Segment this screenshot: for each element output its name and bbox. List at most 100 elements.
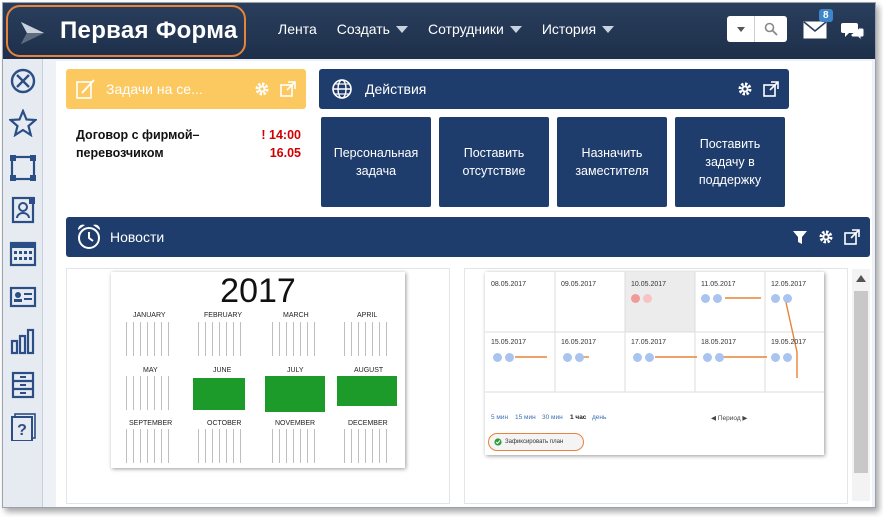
diagram-icon[interactable] [9, 154, 37, 182]
chevron-down-icon [736, 26, 745, 32]
assign-deputy-label: Назначить заместителя [575, 146, 649, 178]
scale-link: день [592, 414, 607, 421]
plan-date: 19.05.2017 [771, 339, 807, 346]
task-title-line2: перевозчиком [76, 146, 164, 160]
plan-schedule-image: 08.05.2017 09.05.2017 10.05.2017 11.05.2… [485, 272, 824, 455]
calendar-year: 2017 [220, 272, 296, 310]
nav-staff[interactable]: Сотрудники [428, 21, 522, 37]
nav-history[interactable]: История [542, 21, 615, 37]
month-highlight [265, 376, 325, 412]
task-item-second-line[interactable]: перевозчиком 16.05 [76, 144, 301, 162]
contact-book-icon[interactable] [9, 196, 37, 224]
actions-title: Действия [365, 81, 427, 97]
external-link-icon[interactable] [763, 81, 779, 97]
external-link-icon[interactable] [844, 229, 860, 245]
svg-text:?: ? [17, 422, 27, 439]
plan-marker [783, 353, 792, 362]
plan-date: 12.05.2017 [771, 281, 807, 288]
scale-link: 5 мин [491, 414, 509, 421]
scale-link: 15 мин [515, 414, 536, 421]
calendar-month: NOVEMBER [275, 420, 316, 427]
plan-date: 10.05.2017 [631, 281, 667, 288]
chevron-down-icon [602, 25, 615, 33]
search-box[interactable] [727, 16, 787, 42]
mail-count-badge: 8 [819, 9, 833, 22]
filter-icon[interactable] [792, 229, 808, 245]
check-circle-icon [494, 438, 502, 446]
logo-highlight[interactable]: Первая Форма [6, 5, 246, 57]
actions-widget-header: Действия [319, 69, 789, 109]
calendar-icon[interactable] [9, 239, 37, 267]
tasks-title: Задачи на се... [106, 81, 203, 97]
id-card-icon[interactable] [9, 283, 37, 311]
nav-staff-label: Сотрудники [427, 21, 504, 37]
calendar-month: MARCH [283, 312, 309, 319]
compass-icon[interactable] [9, 67, 37, 95]
calendar-month: JANUARY [133, 312, 166, 319]
news-title: Новости [110, 229, 165, 245]
left-sidebar: ? [3, 59, 43, 507]
plan-date: 11.05.2017 [701, 281, 736, 288]
period-nav: ◀ Период ▶ [711, 415, 748, 422]
month-grid [339, 429, 389, 463]
app-window: Первая Форма Лента Создать Сотрудники Ис… [2, 2, 876, 508]
plan-marker [783, 294, 792, 303]
gear-icon[interactable] [254, 81, 270, 97]
help-icon[interactable]: ? [9, 413, 37, 441]
month-grid [193, 322, 243, 356]
plan-date: 08.05.2017 [491, 281, 527, 288]
pencil-icon [76, 79, 95, 99]
scrollbar-thumb[interactable] [854, 291, 868, 473]
globe-icon [332, 79, 352, 99]
set-absence-button[interactable]: Поставить отсутствие [439, 117, 549, 207]
search-icon [764, 22, 778, 36]
support-task-button[interactable]: Поставить задачу в поддержку [675, 117, 785, 207]
scroll-up-arrow-icon[interactable] [856, 275, 866, 282]
plan-marker [575, 353, 584, 362]
plan-marker [645, 353, 654, 362]
fix-plan-button: Зафиксировать план [488, 433, 584, 451]
bar-chart-icon[interactable] [9, 327, 37, 355]
logo-icon [21, 22, 44, 44]
month-grid [267, 322, 317, 356]
scale-link: 30 мин [542, 414, 563, 421]
plan-marker [715, 353, 724, 362]
gear-icon[interactable] [818, 229, 834, 245]
calendar-month: OCTOBER [207, 420, 242, 427]
external-link-icon[interactable] [280, 81, 296, 97]
chat-icon[interactable] [841, 20, 865, 42]
plan-date: 09.05.2017 [561, 281, 597, 288]
mail-icon[interactable] [803, 20, 827, 40]
nav-create[interactable]: Создать [337, 21, 408, 37]
gear-icon[interactable] [737, 81, 753, 97]
tasks-widget-header: Задачи на се... [66, 69, 306, 109]
plan-marker [643, 294, 652, 303]
plan-marker [631, 294, 640, 303]
month-grid [121, 322, 171, 356]
archive-icon[interactable] [9, 371, 37, 399]
month-grid [339, 322, 389, 356]
nav-create-label: Создать [336, 21, 390, 37]
task-item[interactable]: Договор с фирмой– ! 14:00 [76, 126, 301, 144]
plan-marker [771, 294, 780, 303]
task-date: 16.05 [269, 146, 301, 160]
month-grid [121, 376, 171, 410]
assign-deputy-button[interactable]: Назначить заместителя [557, 117, 667, 207]
period-label: Период [717, 415, 741, 422]
plan-date: 18.05.2017 [701, 339, 737, 346]
calendar-month: AUGUST [354, 367, 384, 374]
nav-feed[interactable]: Лента [278, 21, 317, 37]
month-highlight [337, 376, 397, 406]
vertical-scrollbar[interactable] [852, 269, 870, 501]
search-scope-dropdown[interactable] [727, 16, 755, 42]
plan-date: 17.05.2017 [631, 339, 667, 346]
star-icon[interactable] [9, 109, 37, 137]
plan-marker [713, 294, 722, 303]
chevron-down-icon [395, 25, 408, 33]
search-button[interactable] [755, 16, 787, 42]
personal-task-button[interactable]: Персональная задача [321, 117, 431, 207]
month-highlight [193, 378, 245, 410]
calendar-month: JUNE [213, 367, 232, 374]
calendar-month: MAY [143, 367, 158, 374]
news-widget-header: Новости [66, 217, 870, 257]
